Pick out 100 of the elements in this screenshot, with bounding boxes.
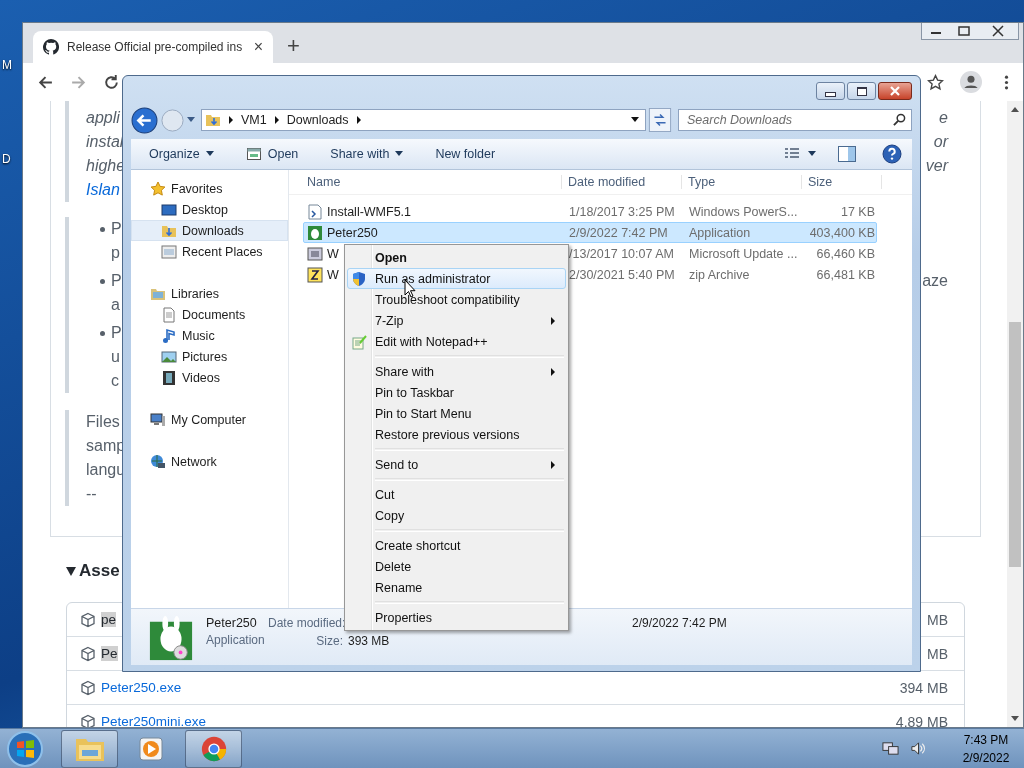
- submenu-arrow-icon: [551, 317, 555, 325]
- desktop-icon-label[interactable]: M: [2, 58, 12, 72]
- menu-item[interactable]: 7-Zip: [347, 310, 566, 331]
- asset-name[interactable]: Pe: [101, 646, 118, 661]
- asset-size: 4.89 MB: [895, 713, 948, 727]
- reload-icon[interactable]: [103, 73, 120, 91]
- menu-item[interactable]: Properties: [347, 607, 566, 628]
- toolbar-button[interactable]: Open: [237, 146, 307, 162]
- package-icon: [80, 713, 96, 727]
- bullet-icon: [100, 278, 105, 284]
- file-date: 2/9/2022 7:42 PM: [568, 225, 669, 240]
- menu-item[interactable]: Send to: [347, 454, 566, 475]
- nav-item[interactable]: Desktop: [131, 199, 288, 220]
- help-icon[interactable]: [882, 144, 902, 164]
- folder-icon: [205, 112, 221, 128]
- file-size: 17 KB: [839, 204, 876, 219]
- package-icon: [80, 611, 96, 628]
- nav-item[interactable]: Recent Places: [131, 241, 288, 262]
- nav-item[interactable]: My Computer: [131, 409, 288, 430]
- menu-item[interactable]: Share with: [347, 361, 566, 382]
- scroll-down-icon[interactable]: [1011, 716, 1019, 721]
- asset-link[interactable]: Peter250mini.exe: [101, 714, 891, 727]
- column-header[interactable]: Name: [289, 175, 562, 189]
- close-button[interactable]: [878, 82, 912, 100]
- script-file-icon: [307, 203, 323, 220]
- menu-item[interactable]: Rename: [347, 577, 566, 598]
- chevron-icon[interactable]: [274, 116, 279, 124]
- menu-item[interactable]: Copy: [347, 505, 566, 526]
- nav-item[interactable]: Network: [131, 451, 288, 472]
- menu-item[interactable]: Cut: [347, 484, 566, 505]
- column-header[interactable]: Size: [802, 175, 882, 189]
- nav-item[interactable]: Music: [131, 325, 288, 346]
- menu-item[interactable]: Delete: [347, 556, 566, 577]
- selected-file-row[interactable]: Peter250 2/9/2022 7:42 PM Application 403,400 KB: [303, 222, 877, 243]
- chevron-icon[interactable]: [356, 116, 361, 124]
- body-text: u: [111, 348, 120, 366]
- toolbar-button[interactable]: Organize: [141, 147, 222, 161]
- nav-item[interactable]: Libraries: [131, 283, 288, 304]
- octocat-icon: [43, 39, 59, 55]
- link[interactable]: Islan: [86, 181, 120, 199]
- profile-icon[interactable]: [960, 71, 982, 93]
- refresh-icon[interactable]: [648, 108, 672, 132]
- nav-item[interactable]: Downloads: [131, 220, 288, 241]
- start-button[interactable]: [4, 728, 46, 768]
- network-icon[interactable]: [882, 740, 899, 757]
- new-tab-button[interactable]: +: [287, 33, 300, 59]
- desktop-icon-label[interactable]: D: [2, 152, 12, 166]
- column-header[interactable]: Type: [682, 175, 802, 189]
- menu-item[interactable]: Restore previous versions: [347, 424, 566, 445]
- maximize-button[interactable]: [847, 82, 876, 100]
- breadcrumb-item[interactable]: VM1: [241, 113, 267, 127]
- minimize-button[interactable]: [816, 82, 845, 100]
- caret-icon[interactable]: [808, 151, 816, 157]
- address-bar[interactable]: VM1 Downloads: [201, 109, 646, 131]
- scrollbar[interactable]: [1007, 101, 1023, 727]
- taskbar-button[interactable]: [61, 729, 118, 768]
- scrollbar-thumb[interactable]: [1009, 322, 1021, 567]
- nav-item[interactable]: Videos: [131, 367, 288, 388]
- menu-item[interactable]: Pin to Taskbar: [347, 382, 566, 403]
- window-icon: [161, 243, 177, 260]
- clock-date[interactable]: 2/9/2022: [962, 748, 1010, 767]
- asset-link[interactable]: Peter250.exe: [101, 680, 895, 695]
- body-text: or: [933, 133, 948, 151]
- nav-item[interactable]: Pictures: [131, 346, 288, 367]
- browser-tab[interactable]: Release Official pre-compiled ins ×: [33, 31, 273, 63]
- menu-item[interactable]: Open: [347, 247, 566, 268]
- taskbar-button[interactable]: [185, 729, 242, 768]
- column-header[interactable]: Date modified: [562, 175, 682, 189]
- scroll-up-icon[interactable]: [1011, 107, 1019, 112]
- picture-icon: [161, 348, 177, 365]
- menu-item[interactable]: Troubleshoot compatibility: [347, 289, 566, 310]
- volume-icon[interactable]: [910, 740, 927, 757]
- menu-item[interactable]: Pin to Start Menu: [347, 403, 566, 424]
- asset-size: MB: [927, 645, 948, 662]
- asset-name[interactable]: pe: [101, 612, 117, 627]
- tab-close-button[interactable]: ×: [253, 38, 263, 56]
- file-name: Peter250: [327, 225, 378, 240]
- toolbar-button[interactable]: New folder: [427, 147, 504, 161]
- rabbit-app-icon: [148, 616, 194, 662]
- body-text: e: [939, 109, 948, 127]
- chevron-icon[interactable]: [229, 116, 233, 124]
- menu-item[interactable]: Edit with Notepad++: [347, 331, 566, 352]
- preview-pane-icon[interactable]: [838, 146, 856, 162]
- package-icon: [80, 679, 96, 696]
- menu-item[interactable]: Create shortcut: [347, 535, 566, 556]
- toolbar-button[interactable]: Share with: [322, 147, 412, 161]
- caret-icon: [205, 151, 214, 157]
- body-text: P: [111, 272, 122, 290]
- breadcrumb-item[interactable]: Downloads: [286, 113, 349, 127]
- nav-item[interactable]: Documents: [131, 304, 288, 325]
- nav-item[interactable]: Favorites: [131, 178, 288, 199]
- menu-item[interactable]: Run as administrator: [347, 268, 566, 289]
- caret-icon[interactable]: [66, 566, 76, 576]
- search-field[interactable]: Search Downloads: [678, 109, 912, 131]
- star-icon[interactable]: [927, 73, 944, 91]
- clock-time[interactable]: 7:43 PM: [963, 730, 1009, 749]
- dropdown-arrow-icon[interactable]: [631, 117, 639, 123]
- search-icon[interactable]: [893, 113, 906, 126]
- file-name: W: [327, 246, 339, 261]
- file-type: Application: [688, 225, 752, 240]
